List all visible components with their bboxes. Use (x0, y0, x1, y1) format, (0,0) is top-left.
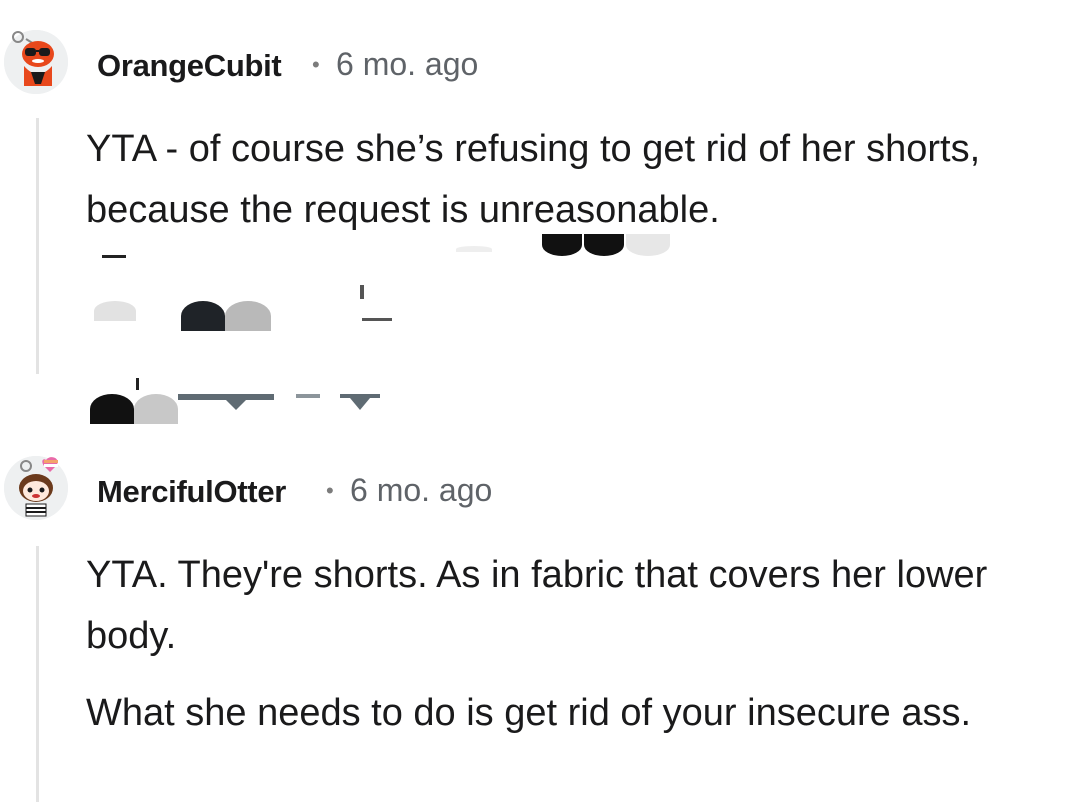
username[interactable]: OrangeCubit (97, 48, 282, 84)
timestamp[interactable]: 6 mo. ago (350, 472, 492, 509)
comment-header: OrangeCubit • 6 mo. ago (0, 30, 1080, 102)
artifact-shape (94, 301, 136, 321)
timestamp[interactable]: 6 mo. ago (336, 46, 478, 83)
username[interactable]: MercifulOtter (97, 474, 286, 510)
artifact-shape (296, 394, 320, 398)
snoo-avatar-heart-icon[interactable] (4, 456, 68, 520)
artifact-shape (456, 246, 492, 252)
artifact-shape (181, 301, 225, 331)
artifact-shape (362, 318, 392, 321)
thread-collapse-line[interactable] (36, 118, 39, 374)
comment-1: OrangeCubit • 6 mo. ago YTA - of course … (0, 0, 1080, 440)
artifact-shape (360, 285, 364, 299)
comment-paragraph: YTA. They're shorts. As in fabric that c… (86, 554, 988, 657)
comment-paragraph: YTA - of course she’s refusing to get ri… (86, 128, 981, 231)
snoo-avatar-sunglasses-icon[interactable] (4, 30, 68, 94)
artifact-shape (542, 234, 582, 256)
comment-paragraph: What she needs to do is get rid of your … (86, 692, 972, 734)
comment-body: YTA. They're shorts. As in fabric that c… (86, 545, 1066, 744)
meta-separator: • (326, 478, 334, 503)
comment-2: MercifulOtter • 6 mo. ago YTA. They're s… (0, 440, 1080, 802)
artifact-shape (225, 301, 271, 331)
artifact-shape (350, 398, 370, 410)
artifact-shape (102, 255, 126, 258)
artifact-shape (134, 394, 178, 424)
artifact-shape (626, 234, 670, 256)
artifact-shape (584, 234, 624, 256)
thread-collapse-line[interactable] (36, 546, 39, 802)
meta-separator: • (312, 52, 320, 77)
comment-body: YTA - of course she’s refusing to get ri… (86, 119, 1066, 241)
comment-header: MercifulOtter • 6 mo. ago (0, 456, 1080, 528)
artifact-shape (90, 394, 134, 424)
artifact-shape (224, 398, 248, 410)
artifact-shape (136, 378, 139, 390)
